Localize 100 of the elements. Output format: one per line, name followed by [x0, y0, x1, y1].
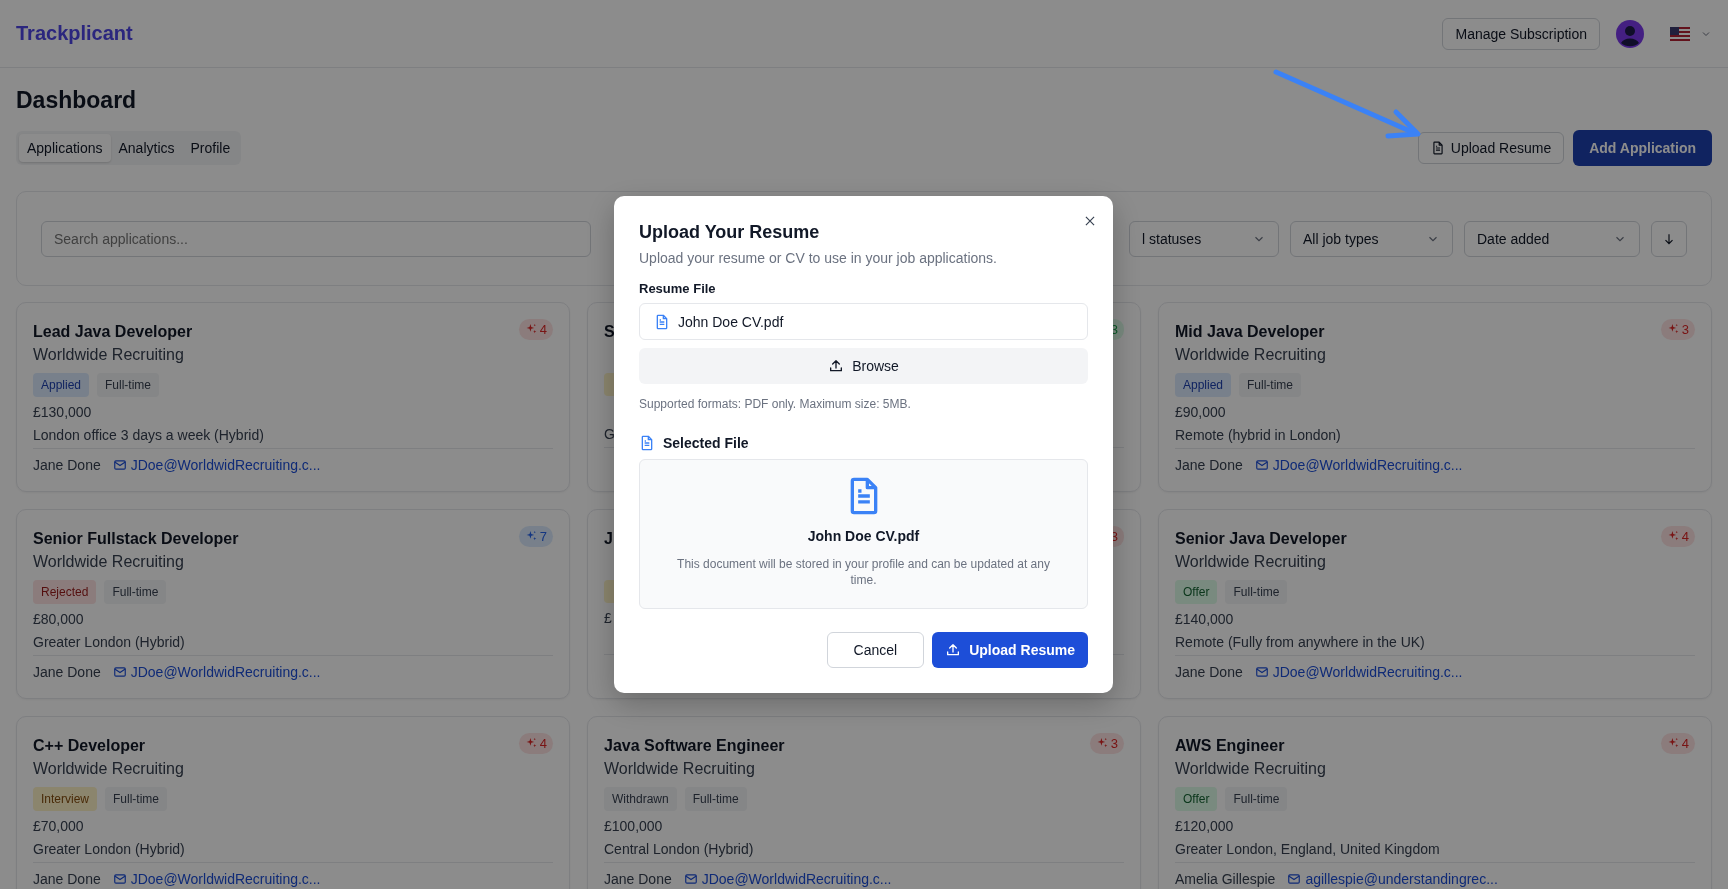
upload-resume-button[interactable]: Upload Resume	[932, 632, 1088, 668]
filter-dropdown[interactable]: All job types	[1290, 220, 1453, 257]
score-value: 4	[539, 322, 547, 337]
email-link[interactable]: agillespie@understandingrec...	[1287, 871, 1498, 887]
filter-dropdown[interactable]: l statuses	[1129, 220, 1279, 257]
application-card[interactable]: Lead Java Developer 4 Worldwide Recruiting Applied Full-time £130,000 London office 3 days a week (Hybrid) Jane Done JDoe@WorldwidRecruiting.c...	[16, 302, 570, 492]
contact-name: Jane Done	[33, 457, 101, 473]
application-card[interactable]: Java Software Engineer 3 Worldwide Recruiting Withdrawn Full-time £100,000 Central London (Hybrid) Jane Done JDoe@WorldwidRecruiting.c...	[587, 716, 1141, 889]
job-type-tag: Full-time	[1225, 580, 1288, 604]
job-type-tag: Full-time	[105, 787, 168, 811]
job-title: S	[604, 323, 615, 341]
location: Greater London, England, United Kingdom	[1175, 841, 1695, 863]
location: Greater London (Hybrid)	[33, 634, 553, 656]
company-name: Worldwide Recruiting	[1175, 760, 1327, 778]
preview-note: This document will be stored in your profile and can be updated at any time.	[676, 556, 1051, 589]
email-link[interactable]: JDoe@WorldwidRecruiting.c...	[1254, 457, 1463, 473]
dropdown-value: Date added	[1477, 230, 1550, 247]
contact-name: Jane Done	[33, 664, 101, 680]
mail-icon	[1287, 872, 1302, 886]
section-label: Selected File	[663, 435, 749, 451]
dialog-title: Upload Your Resume	[639, 222, 821, 243]
file-icon	[1430, 141, 1445, 155]
salary: £	[604, 610, 613, 626]
company-name: Worldwide Recruiting	[1175, 346, 1327, 364]
add-application-button[interactable]: Add Application	[1573, 130, 1712, 166]
job-title: Java Software Engineer	[604, 737, 785, 755]
location: Greater London (Hybrid)	[33, 841, 553, 863]
mail-icon	[112, 458, 127, 472]
sort-button[interactable]	[1651, 220, 1687, 257]
location: Central London (Hybrid)	[604, 841, 1124, 863]
arrow-down-icon	[1662, 231, 1676, 246]
file-field[interactable]: John Doe CV.pdf	[639, 303, 1088, 340]
job-type-tag: Full-time	[104, 580, 167, 604]
email-link[interactable]: JDoe@WorldwidRecruiting.c...	[112, 457, 321, 473]
upload-icon	[828, 358, 845, 374]
application-card[interactable]: Senior Fullstack Developer 7 Worldwide Recruiting Rejected Full-time £80,000 Greater London (Hybrid) Jane Done JDoe@WorldwidRecruiting.c...	[16, 509, 570, 699]
search-field[interactable]: Search applications...	[41, 220, 591, 257]
location: Remote (Fully from anywhere in the UK)	[1175, 634, 1695, 656]
job-type-tag: Full-time	[1225, 787, 1288, 811]
salary: £90,000	[1175, 404, 1227, 420]
field-label: Resume File	[639, 281, 717, 296]
app-logo[interactable]: Trackplicant	[16, 22, 133, 45]
location: London office 3 days a week (Hybrid)	[33, 427, 553, 449]
score-value: 4	[539, 736, 547, 751]
flag-icon	[1670, 26, 1690, 41]
file-name: John Doe CV.pdf	[678, 313, 784, 330]
job-title: Senior Java Developer	[1175, 530, 1347, 548]
score-value: 3	[1110, 736, 1118, 751]
tab[interactable]: Analytics	[110, 134, 183, 162]
company-name: Worldwide Recruiting	[33, 553, 185, 571]
status-tag: Withdrawn	[604, 787, 677, 811]
cancel-button[interactable]: Cancel	[826, 632, 925, 668]
email-link[interactable]: JDoe@WorldwidRecruiting.c...	[683, 871, 892, 887]
dialog-description: Upload your resume or CV to use in your job applications.	[639, 250, 998, 266]
job-title: Lead Java Developer	[33, 323, 193, 341]
company-name: Worldwide Recruiting	[604, 760, 756, 778]
dropdown-value: All job types	[1303, 230, 1379, 247]
score-value: 7	[539, 529, 547, 544]
job-title: Senior Fullstack Developer	[33, 530, 239, 548]
mail-icon	[112, 665, 127, 679]
file-name: John Doe CV.pdf	[807, 528, 920, 544]
browse-button[interactable]: Browse	[639, 348, 1088, 384]
close-icon	[1083, 214, 1097, 228]
contact-name: Jane Done	[33, 871, 101, 887]
score-value: 4	[1681, 529, 1689, 544]
mail-icon	[112, 872, 127, 886]
application-card[interactable]: Mid Java Developer 3 Worldwide Recruiting Applied Full-time £90,000 Remote (hybrid in London) Jane Done JDoe@WorldwidRecruiting.c...	[1158, 302, 1712, 492]
file-icon	[639, 435, 655, 451]
application-card[interactable]: C++ Developer 4 Worldwide Recruiting Interview Full-time £70,000 Greater London (Hybrid) Jane Done JDoe@WorldwidRecruiting.c...	[16, 716, 570, 889]
dropdown-value: l statuses	[1142, 230, 1202, 247]
mail-icon	[1254, 458, 1269, 472]
company-name: Worldwide Recruiting	[1175, 553, 1327, 571]
status-tag: Offer	[1175, 787, 1218, 811]
job-type-tag: Full-time	[684, 787, 747, 811]
application-card[interactable]: Senior Java Developer 4 Worldwide Recruiting Offer Full-time £140,000 Remote (Fully from anywhere in the UK) Jane Done JDoe@WorldwidRecruiting.c...	[1158, 509, 1712, 699]
email-link[interactable]: JDoe@WorldwidRecruiting.c...	[112, 871, 321, 887]
email-link[interactable]: JDoe@WorldwidRecruiting.c...	[1254, 664, 1463, 680]
status-tag: Rejected	[33, 580, 97, 604]
score-value: 4	[1681, 736, 1689, 751]
contact-name: Amelia Gillespie	[1175, 871, 1276, 887]
upload-resume-button[interactable]: Upload Resume	[1417, 132, 1565, 164]
job-title: C++ Developer	[33, 737, 146, 755]
status-tag: Applied	[33, 373, 90, 397]
salary: £80,000	[33, 611, 85, 627]
application-card[interactable]: AWS Engineer 4 Worldwide Recruiting Offer Full-time £120,000 Greater London, England, United Kingdom Amelia Gillespie agillespie@understandingrec...	[1158, 716, 1712, 889]
manage-subscription-button[interactable]: Manage Subscription	[1442, 17, 1600, 50]
company-name: Worldwide Recruiting	[33, 760, 185, 778]
page-title: Dashboard	[16, 87, 138, 114]
contact-name: Jane Done	[1175, 664, 1243, 680]
status-tag: Applied	[1175, 373, 1232, 397]
job-title: AWS Engineer	[1175, 737, 1285, 755]
salary: £140,000	[1175, 611, 1235, 627]
filter-dropdown[interactable]: Date added	[1464, 220, 1640, 257]
salary: £100,000	[604, 818, 664, 834]
tab[interactable]: Profile	[182, 134, 239, 162]
score-value: 3	[1681, 322, 1689, 337]
email-link[interactable]: JDoe@WorldwidRecruiting.c...	[112, 664, 321, 680]
salary: £130,000	[33, 404, 93, 420]
salary: £70,000	[33, 818, 85, 834]
tab[interactable]: Applications	[19, 134, 111, 162]
